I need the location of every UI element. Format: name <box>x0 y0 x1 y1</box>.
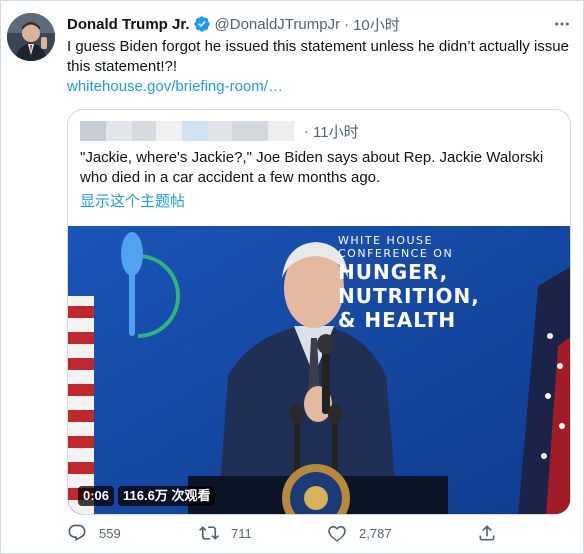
author-name[interactable]: Donald Trump Jr. <box>67 16 190 33</box>
video-frame <box>68 226 570 514</box>
tweet-header: Donald Trump Jr. @DonaldJTrumpJr · 10小时 <box>67 13 573 35</box>
like-count: 2,787 <box>359 525 392 541</box>
banner-line-2: CONFERENCE ON <box>338 247 454 260</box>
retweet-count: 711 <box>231 525 252 541</box>
more-options-icon <box>555 22 569 26</box>
reply-button[interactable]: 559 <box>67 523 199 543</box>
quoted-tweet-text: "Jackie, where's Jackie?," Joe Biden say… <box>80 149 544 186</box>
show-thread-link[interactable]: 显示这个主题帖 <box>80 190 185 211</box>
verified-badge-icon <box>193 16 210 32</box>
video-views: 116.6万 次观看 <box>118 486 216 506</box>
tweet-timestamp[interactable]: 10小时 <box>353 14 400 35</box>
avatar[interactable] <box>7 13 55 61</box>
quoted-separator: · <box>304 122 309 140</box>
quoted-timestamp[interactable]: 11小时 <box>313 121 359 142</box>
banner-line-3: HUNGER, <box>338 260 449 284</box>
tweet-card[interactable]: Donald Trump Jr. @DonaldJTrumpJr · 10小时 … <box>0 0 584 554</box>
banner-line-5: & HEALTH <box>338 308 457 332</box>
reply-count: 559 <box>99 525 121 541</box>
banner-line-1: WHITE HOUSE <box>338 234 433 247</box>
retweet-icon <box>199 526 219 540</box>
header-separator: · <box>344 15 350 33</box>
video-badges: 0:06 116.6万 次观看 <box>78 486 216 506</box>
quoted-tweet-header: · 11小时 <box>80 118 359 144</box>
author-handle[interactable]: @DonaldJTrumpJr <box>215 16 341 33</box>
more-options-button[interactable] <box>549 11 575 37</box>
video-banner: WHITE HOUSE CONFERENCE ON HUNGER, NUTRIT… <box>338 234 480 332</box>
tweet-text: I guess Biden forgot he issued this stat… <box>67 38 569 75</box>
like-button[interactable]: 2,787 <box>327 523 477 543</box>
reply-icon <box>68 524 86 542</box>
quoted-tweet[interactable]: · 11小时 "Jackie, where's Jackie?," Joe Bi… <box>67 109 571 515</box>
avatar-image <box>7 13 55 61</box>
retweet-button[interactable]: 711 <box>199 523 327 543</box>
video-duration: 0:06 <box>78 486 115 506</box>
tweet-link[interactable]: whitehouse.gov/briefing-room/… <box>67 77 283 97</box>
like-icon <box>328 525 346 542</box>
share-icon <box>479 525 495 541</box>
banner-line-4: NUTRITION, <box>338 284 480 308</box>
video-player[interactable]: WHITE HOUSE CONFERENCE ON HUNGER, NUTRIT… <box>68 226 570 514</box>
blurred-author-name <box>80 121 294 141</box>
tweet-actions: 559 711 2,787 <box>67 521 507 545</box>
share-button[interactable] <box>477 523 497 543</box>
